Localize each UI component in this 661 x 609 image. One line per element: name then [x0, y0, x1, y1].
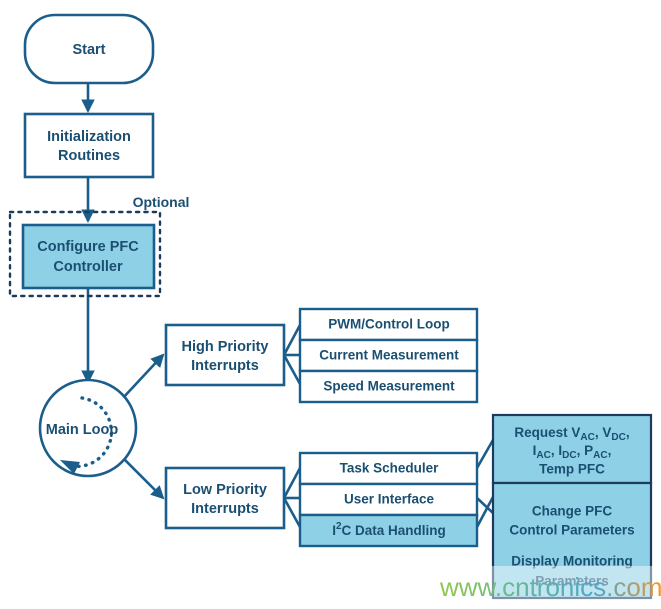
req-l1-prefix: Request V	[514, 425, 580, 440]
node-start[interactable]: Start	[23, 13, 155, 85]
task-i2c-data-handling[interactable]: I2C Data Handling	[298, 513, 479, 548]
pfc-change-line1: Change PFC	[532, 504, 613, 519]
task-speed-measurement[interactable]: Speed Measurement	[298, 369, 479, 404]
req-l2-sub-b: DC	[562, 450, 576, 461]
task-i2c-data-handling-label: I2C Data Handling	[332, 521, 446, 538]
flowchart-diagram: Optional Start Initialization Routines C…	[0, 0, 661, 609]
pfc-change-line2: Control Parameters	[509, 523, 634, 538]
node-main-loop-label: Main Loop	[46, 422, 119, 438]
node-low-priority-line1: Low Priority	[183, 482, 267, 498]
task-user-interface-label: User Interface	[344, 492, 435, 507]
task-speed-measurement-label: Speed Measurement	[323, 379, 455, 394]
req-l2-b: , I	[551, 443, 562, 458]
node-initialization-line1: Initialization	[47, 129, 131, 145]
node-high-priority-line1: High Priority	[181, 339, 268, 355]
task-current-measurement[interactable]: Current Measurement	[298, 338, 479, 373]
node-start-label: Start	[72, 42, 105, 58]
node-configure-pfc-controller[interactable]: Configure PFC Controller	[21, 223, 156, 290]
req-l2-sub-c: AC	[593, 450, 607, 461]
pfc-request-line3: Temp PFC	[539, 462, 605, 477]
flowchart-canvas: Optional Start Initialization Routines C…	[8, 13, 661, 602]
connector-low-to-task-3	[282, 497, 302, 528]
task-pwm-control-loop-label: PWM/Control Loop	[328, 317, 449, 332]
connector-low-to-task-1	[282, 467, 302, 499]
watermark: www.cntronics.com	[437, 566, 661, 602]
arrow-mainloop-to-high-priority	[121, 353, 165, 400]
req-l2-d: ,	[608, 443, 612, 458]
node-high-priority-line2: Interrupts	[191, 358, 259, 374]
connector-high-to-task-3	[282, 354, 302, 385]
task-current-measurement-label: Current Measurement	[319, 348, 459, 363]
connector-task-scheduler-to-request	[475, 439, 495, 469]
req-l1-sub2: DC	[611, 432, 625, 443]
task-pwm-control-loop[interactable]: PWM/Control Loop	[298, 307, 479, 342]
node-low-priority-line2: Interrupts	[191, 501, 259, 517]
i2c-suffix: C Data Handling	[342, 523, 446, 538]
req-l2-c: , P	[577, 443, 594, 458]
low-priority-task-list: Task Scheduler User Interface I2C Data H…	[298, 451, 479, 548]
node-low-priority-interrupts[interactable]: Low Priority Interrupts	[164, 466, 286, 530]
req-l1-sub1: AC	[580, 432, 594, 443]
optional-label: Optional	[133, 194, 190, 210]
connector-high-to-task-1	[282, 324, 302, 356]
req-l1-mid: , V	[595, 425, 612, 440]
task-task-scheduler-label: Task Scheduler	[340, 461, 440, 476]
req-l2-sub-a: AC	[536, 450, 550, 461]
task-user-interface[interactable]: User Interface	[298, 482, 479, 517]
high-priority-task-list: PWM/Control Loop Current Measurement Spe…	[298, 307, 479, 404]
node-high-priority-interrupts[interactable]: High Priority Interrupts	[164, 323, 286, 387]
pfc-request-box[interactable]: Request VAC, VDC, IAC, IDC, PAC, Temp PF…	[491, 413, 653, 485]
node-initialization-line2: Routines	[58, 148, 120, 164]
watermark-text: www.cntronics.com	[439, 572, 661, 602]
req-l1-suffix: ,	[626, 425, 630, 440]
node-main-loop[interactable]: Main Loop	[38, 378, 138, 478]
node-configure-pfc-line2: Controller	[53, 259, 123, 275]
node-configure-pfc-line1: Configure PFC	[37, 239, 139, 255]
task-task-scheduler[interactable]: Task Scheduler	[298, 451, 479, 486]
node-initialization-routines[interactable]: Initialization Routines	[23, 112, 155, 179]
arrow-mainloop-to-low-priority	[121, 456, 165, 500]
